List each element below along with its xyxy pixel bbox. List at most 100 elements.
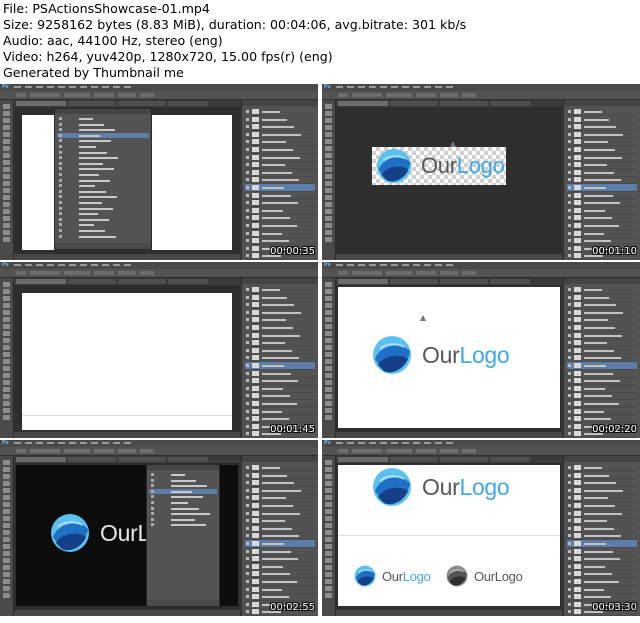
tool-icon[interactable] bbox=[3, 282, 10, 287]
visibility-eye-icon[interactable] bbox=[568, 417, 571, 421]
visibility-eye-icon[interactable] bbox=[246, 511, 249, 515]
menu-item[interactable] bbox=[58, 442, 65, 444]
tool-icon[interactable] bbox=[325, 572, 332, 577]
tool-icon[interactable] bbox=[325, 160, 332, 165]
tool-icon[interactable] bbox=[3, 352, 10, 357]
option-control[interactable] bbox=[352, 271, 382, 275]
tool-icon[interactable] bbox=[3, 338, 10, 343]
action-checkbox[interactable] bbox=[151, 495, 154, 499]
action-checkbox[interactable] bbox=[59, 189, 62, 193]
menu-item[interactable] bbox=[47, 442, 54, 444]
tool-icon[interactable] bbox=[325, 474, 332, 479]
option-control[interactable] bbox=[118, 449, 136, 453]
action-checkbox[interactable] bbox=[59, 212, 62, 216]
document-tab[interactable] bbox=[338, 101, 388, 106]
visibility-eye-icon[interactable] bbox=[568, 348, 571, 352]
visibility-eye-icon[interactable] bbox=[568, 466, 571, 469]
tool-icon[interactable] bbox=[3, 146, 10, 151]
action-checkbox[interactable] bbox=[59, 150, 62, 154]
option-control[interactable] bbox=[94, 449, 114, 453]
visibility-eye-icon[interactable] bbox=[568, 473, 571, 477]
tool-icon[interactable] bbox=[3, 230, 10, 235]
action-checkbox[interactable] bbox=[151, 512, 154, 516]
visibility-eye-icon[interactable] bbox=[568, 542, 571, 545]
action-item[interactable] bbox=[57, 178, 149, 183]
action-checkbox[interactable] bbox=[59, 145, 62, 148]
option-control[interactable] bbox=[94, 93, 114, 97]
document-tab[interactable] bbox=[16, 101, 66, 106]
menu-item[interactable] bbox=[369, 442, 376, 444]
visibility-eye-icon[interactable] bbox=[568, 364, 571, 367]
tool-icon[interactable] bbox=[3, 195, 10, 200]
menu-item[interactable] bbox=[336, 264, 343, 266]
option-control[interactable] bbox=[440, 449, 458, 453]
menu-item[interactable] bbox=[25, 264, 32, 266]
visibility-eye-icon[interactable] bbox=[568, 326, 571, 329]
menu-item[interactable] bbox=[36, 264, 43, 266]
document-tab[interactable] bbox=[118, 279, 166, 284]
tool-icon[interactable] bbox=[3, 408, 10, 413]
tool-icon[interactable] bbox=[325, 282, 332, 287]
visibility-eye-icon[interactable] bbox=[568, 224, 571, 227]
tool-icon[interactable] bbox=[3, 209, 10, 214]
visibility-eye-icon[interactable] bbox=[568, 587, 571, 591]
tool-icon[interactable] bbox=[3, 324, 10, 329]
tool-icon[interactable] bbox=[325, 565, 332, 570]
tool-icon[interactable] bbox=[325, 558, 332, 563]
document-tab[interactable] bbox=[168, 279, 208, 284]
option-control[interactable] bbox=[386, 449, 412, 453]
action-item[interactable] bbox=[57, 127, 149, 132]
menu-item[interactable] bbox=[36, 86, 43, 88]
option-control[interactable] bbox=[16, 449, 26, 453]
tool-icon[interactable] bbox=[325, 310, 332, 315]
option-control[interactable] bbox=[462, 93, 476, 97]
menu-item[interactable] bbox=[391, 442, 398, 444]
visibility-eye-icon[interactable] bbox=[568, 511, 571, 515]
action-item[interactable] bbox=[149, 506, 217, 511]
document-tab[interactable] bbox=[390, 279, 438, 284]
tool-icon[interactable] bbox=[325, 139, 332, 144]
menu-item[interactable] bbox=[47, 86, 54, 88]
option-control[interactable] bbox=[64, 271, 90, 275]
action-checkbox[interactable] bbox=[59, 234, 62, 238]
visibility-eye-icon[interactable] bbox=[246, 326, 249, 329]
document-tab[interactable] bbox=[118, 101, 166, 106]
tool-icon[interactable] bbox=[325, 530, 332, 535]
tool-icon[interactable] bbox=[3, 502, 10, 507]
tool-icon[interactable] bbox=[325, 509, 332, 514]
tool-icon[interactable] bbox=[3, 139, 10, 144]
visibility-eye-icon[interactable] bbox=[246, 288, 249, 291]
visibility-eye-icon[interactable] bbox=[246, 224, 249, 227]
visibility-eye-icon[interactable] bbox=[246, 417, 249, 421]
menu-item[interactable] bbox=[358, 264, 365, 266]
tool-icon[interactable] bbox=[325, 495, 332, 500]
action-checkbox[interactable] bbox=[151, 473, 154, 476]
action-item[interactable] bbox=[149, 494, 217, 499]
visibility-eye-icon[interactable] bbox=[246, 110, 249, 113]
document-tab[interactable] bbox=[68, 101, 116, 106]
menu-item[interactable] bbox=[80, 442, 87, 444]
visibility-eye-icon[interactable] bbox=[246, 526, 249, 530]
tool-icon[interactable] bbox=[325, 230, 332, 235]
tool-icon[interactable] bbox=[325, 209, 332, 214]
visibility-eye-icon[interactable] bbox=[246, 379, 249, 383]
menu-item[interactable] bbox=[446, 86, 453, 88]
visibility-eye-icon[interactable] bbox=[568, 481, 571, 485]
visibility-eye-icon[interactable] bbox=[246, 170, 249, 174]
visibility-eye-icon[interactable] bbox=[246, 557, 249, 561]
menu-item[interactable] bbox=[424, 86, 431, 88]
tool-icon[interactable] bbox=[3, 551, 10, 556]
tool-icon[interactable] bbox=[325, 387, 332, 392]
action-checkbox[interactable] bbox=[59, 161, 62, 165]
action-item[interactable] bbox=[57, 206, 149, 211]
tool-icon[interactable] bbox=[325, 223, 332, 228]
visibility-eye-icon[interactable] bbox=[246, 132, 249, 136]
tool-icon[interactable] bbox=[3, 509, 10, 514]
tool-icon[interactable] bbox=[3, 237, 10, 242]
menu-item[interactable] bbox=[391, 264, 398, 266]
option-control[interactable] bbox=[338, 93, 348, 97]
visibility-eye-icon[interactable] bbox=[246, 466, 249, 469]
tool-icon[interactable] bbox=[325, 544, 332, 549]
document-tab[interactable] bbox=[168, 457, 208, 462]
option-control[interactable] bbox=[352, 93, 382, 97]
